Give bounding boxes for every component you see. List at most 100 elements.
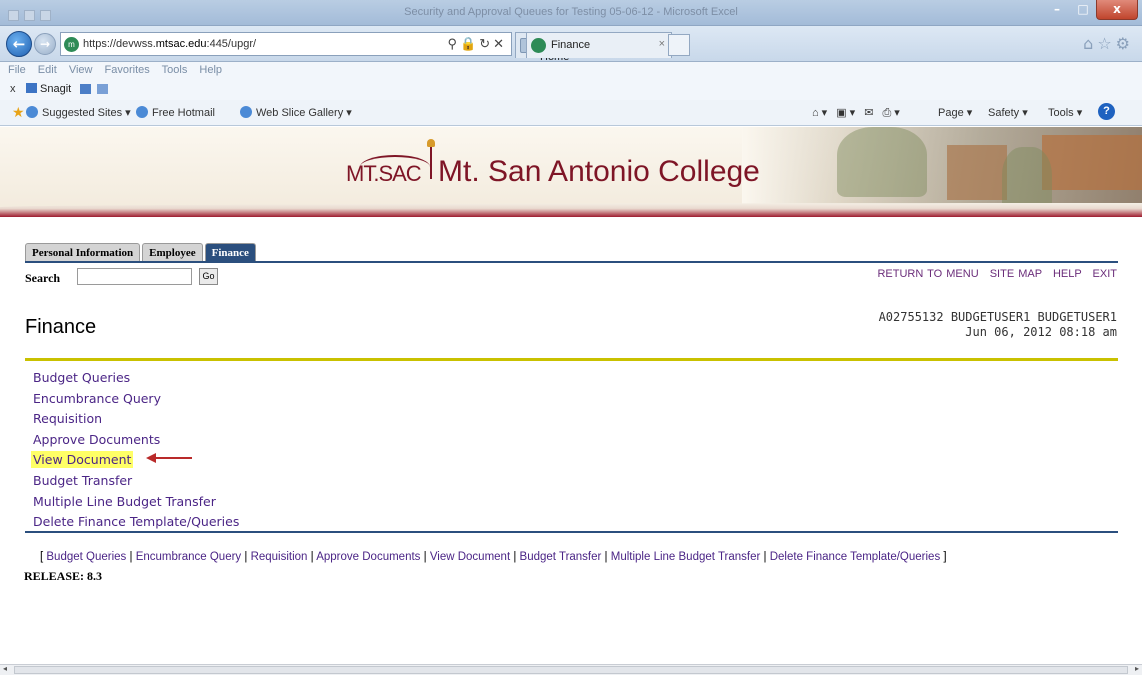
forward-button[interactable]: → — [34, 33, 56, 55]
browser-window: { "window": { "title": "Security and App… — [0, 0, 1142, 675]
scroll-right-icon[interactable]: ▸ — [1135, 664, 1139, 673]
menu-item-requisition[interactable]: Requisition — [33, 409, 239, 430]
feeds-icon[interactable]: ▣▾ — [836, 107, 858, 119]
menu-item-encumbrance-query[interactable]: Encumbrance Query — [33, 389, 239, 410]
user-info: A02755132 BUDGETUSER1 BUDGETUSER1 Jun 06… — [879, 310, 1117, 340]
tab-finance[interactable]: Finance × — [526, 32, 672, 58]
maximize-button[interactable]: □ — [1070, 0, 1096, 20]
footer-link-multiple-line-budget-transfer[interactable]: Multiple Line Budget Transfer — [611, 551, 761, 563]
tab-finance-active[interactable]: Finance — [204, 243, 256, 262]
snagit-button[interactable]: Snagit — [26, 83, 71, 95]
site-favicon-icon — [531, 38, 546, 53]
command-icons: ⌂▾ ▣▾ ✉ ⎙▾ — [812, 106, 903, 120]
menu-bar: File Edit View Favorites Tools Help — [0, 62, 1142, 80]
close-toolbar-icon[interactable]: x — [10, 83, 16, 95]
return-to-menu-link[interactable]: RETURN TO MENU — [877, 268, 978, 280]
back-button[interactable]: ← — [6, 31, 32, 57]
window-title: Security and Approval Queues for Testing… — [404, 6, 738, 18]
browser-right-tools: ⌂☆⚙ — [1083, 34, 1134, 53]
scroll-left-icon[interactable]: ◂ — [3, 664, 7, 673]
menu-file[interactable]: File — [8, 64, 26, 76]
college-banner: MT.SAC Mt. San Antonio College — [0, 127, 1142, 217]
site-map-link[interactable]: SITE MAP — [990, 268, 1042, 280]
footer-link-view-document[interactable]: View Document — [430, 551, 510, 563]
gear-icon[interactable]: ⚙ — [1116, 34, 1134, 53]
tab-divider — [25, 261, 1118, 263]
footer-link-approve-documents[interactable]: Approve Documents — [316, 551, 420, 563]
footer-link-encumbrance-query[interactable]: Encumbrance Query — [136, 551, 241, 563]
utility-links: RETURN TO MENU SITE MAP HELP EXIT — [870, 268, 1117, 280]
search-input[interactable] — [77, 268, 192, 285]
banner-swoosh — [0, 203, 1142, 217]
section-divider — [25, 358, 1118, 361]
page-title: Finance — [25, 316, 97, 338]
menu-help[interactable]: Help — [199, 64, 222, 76]
home-icon[interactable]: ⌂ — [1083, 34, 1097, 53]
menu-item-view-document[interactable]: View Document — [31, 450, 239, 471]
window-titlebar: Security and Approval Queues for Testing… — [0, 0, 1142, 26]
safety-menu[interactable]: Safety ▾ — [988, 106, 1028, 119]
timestamp: Jun 06, 2012 08:18 am — [965, 325, 1117, 339]
footer-link-requisition[interactable]: Requisition — [251, 551, 308, 563]
search-area: Search Go — [25, 268, 218, 286]
new-tab-button[interactable] — [668, 34, 690, 56]
fav-web-slice-gallery[interactable]: Web Slice Gallery ▾ — [240, 106, 352, 119]
lock-icon[interactable]: 🔒 — [460, 36, 479, 51]
go-button[interactable]: Go — [199, 268, 218, 285]
close-tab-icon[interactable]: × — [659, 38, 665, 50]
mail-icon[interactable]: ✉ — [864, 107, 876, 119]
search-icon[interactable]: ⚲ — [447, 36, 460, 51]
footer-link-delete-finance-template[interactable]: Delete Finance Template/Queries — [770, 551, 940, 563]
horizontal-scrollbar[interactable]: ◂ ▸ — [0, 664, 1142, 675]
browser-navbar: ← → m https://devwss.mtsac.edu:445/upgr/… — [0, 26, 1142, 63]
favorites-bar: ★ Suggested Sites ▾ Free Hotmail Web Sli… — [0, 100, 1142, 126]
favorites-star-icon[interactable]: ☆ — [1097, 34, 1115, 53]
menu-item-approve-documents[interactable]: Approve Documents — [33, 430, 239, 451]
footer-link-budget-transfer[interactable]: Budget Transfer — [520, 551, 602, 563]
help-link[interactable]: HELP — [1053, 268, 1082, 280]
menu-tools[interactable]: Tools — [162, 64, 188, 76]
menu-item-delete-finance-template[interactable]: Delete Finance Template/Queries — [33, 512, 239, 533]
red-arrow-icon — [146, 453, 192, 463]
menu-item-multiple-line-budget-transfer[interactable]: Multiple Line Budget Transfer — [33, 492, 239, 513]
snagit-capture-icon[interactable] — [80, 84, 91, 94]
footer-link-budget-queries[interactable]: Budget Queries — [46, 551, 126, 563]
address-bar[interactable]: m https://devwss.mtsac.edu:445/upgr/ ⚲🔒↻… — [60, 32, 512, 56]
refresh-icon[interactable]: ↻ — [479, 36, 493, 51]
user-id-line: A02755132 BUDGETUSER1 BUDGETUSER1 — [878, 310, 1117, 324]
site-favicon-icon: m — [64, 37, 79, 52]
menu-view[interactable]: View — [69, 64, 93, 76]
menu-item-budget-queries[interactable]: Budget Queries — [33, 368, 239, 389]
window-controls: – □ x — [1044, 0, 1138, 22]
address-url: https://devwss.mtsac.edu:445/upgr/ — [83, 38, 257, 50]
main-tabs: Personal Information Employee Finance — [25, 243, 258, 262]
college-name: Mt. San Antonio College — [438, 155, 760, 188]
close-window-button[interactable]: x — [1096, 0, 1138, 20]
menu-favorites[interactable]: Favorites — [105, 64, 150, 76]
search-label: Search — [25, 271, 61, 285]
footer-links: [ Budget Queries | Encumbrance Query | R… — [40, 551, 947, 563]
favorites-star-icon[interactable]: ★ — [12, 104, 25, 121]
scroll-thumb[interactable] — [14, 666, 1128, 674]
fav-free-hotmail[interactable]: Free Hotmail — [136, 106, 215, 119]
snagit-editor-icon[interactable] — [97, 84, 108, 94]
stop-icon[interactable]: ✕ — [493, 36, 507, 51]
help-icon[interactable]: ? — [1098, 103, 1115, 120]
menu-edit[interactable]: Edit — [38, 64, 57, 76]
address-tools: ⚲🔒↻✕ — [447, 36, 507, 52]
home-icon[interactable]: ⌂▾ — [812, 107, 830, 119]
menu-item-budget-transfer[interactable]: Budget Transfer — [33, 471, 239, 492]
torch-icon — [427, 139, 435, 179]
fav-suggested-sites[interactable]: Suggested Sites ▾ — [26, 106, 131, 119]
tab-personal-information[interactable]: Personal Information — [25, 243, 141, 262]
print-icon[interactable]: ⎙▾ — [883, 107, 903, 119]
minimize-button[interactable]: – — [1044, 0, 1070, 20]
footer-divider — [25, 531, 1118, 533]
snagit-toolbar: x Snagit — [0, 80, 1142, 100]
tab-employee[interactable]: Employee — [142, 243, 203, 262]
release-version: RELEASE: 8.3 — [24, 569, 103, 583]
exit-link[interactable]: EXIT — [1093, 268, 1117, 280]
tools-menu[interactable]: Tools ▾ — [1048, 106, 1082, 119]
finance-menu: Budget Queries Encumbrance Query Requisi… — [31, 368, 239, 533]
page-menu[interactable]: Page ▾ — [938, 106, 972, 119]
